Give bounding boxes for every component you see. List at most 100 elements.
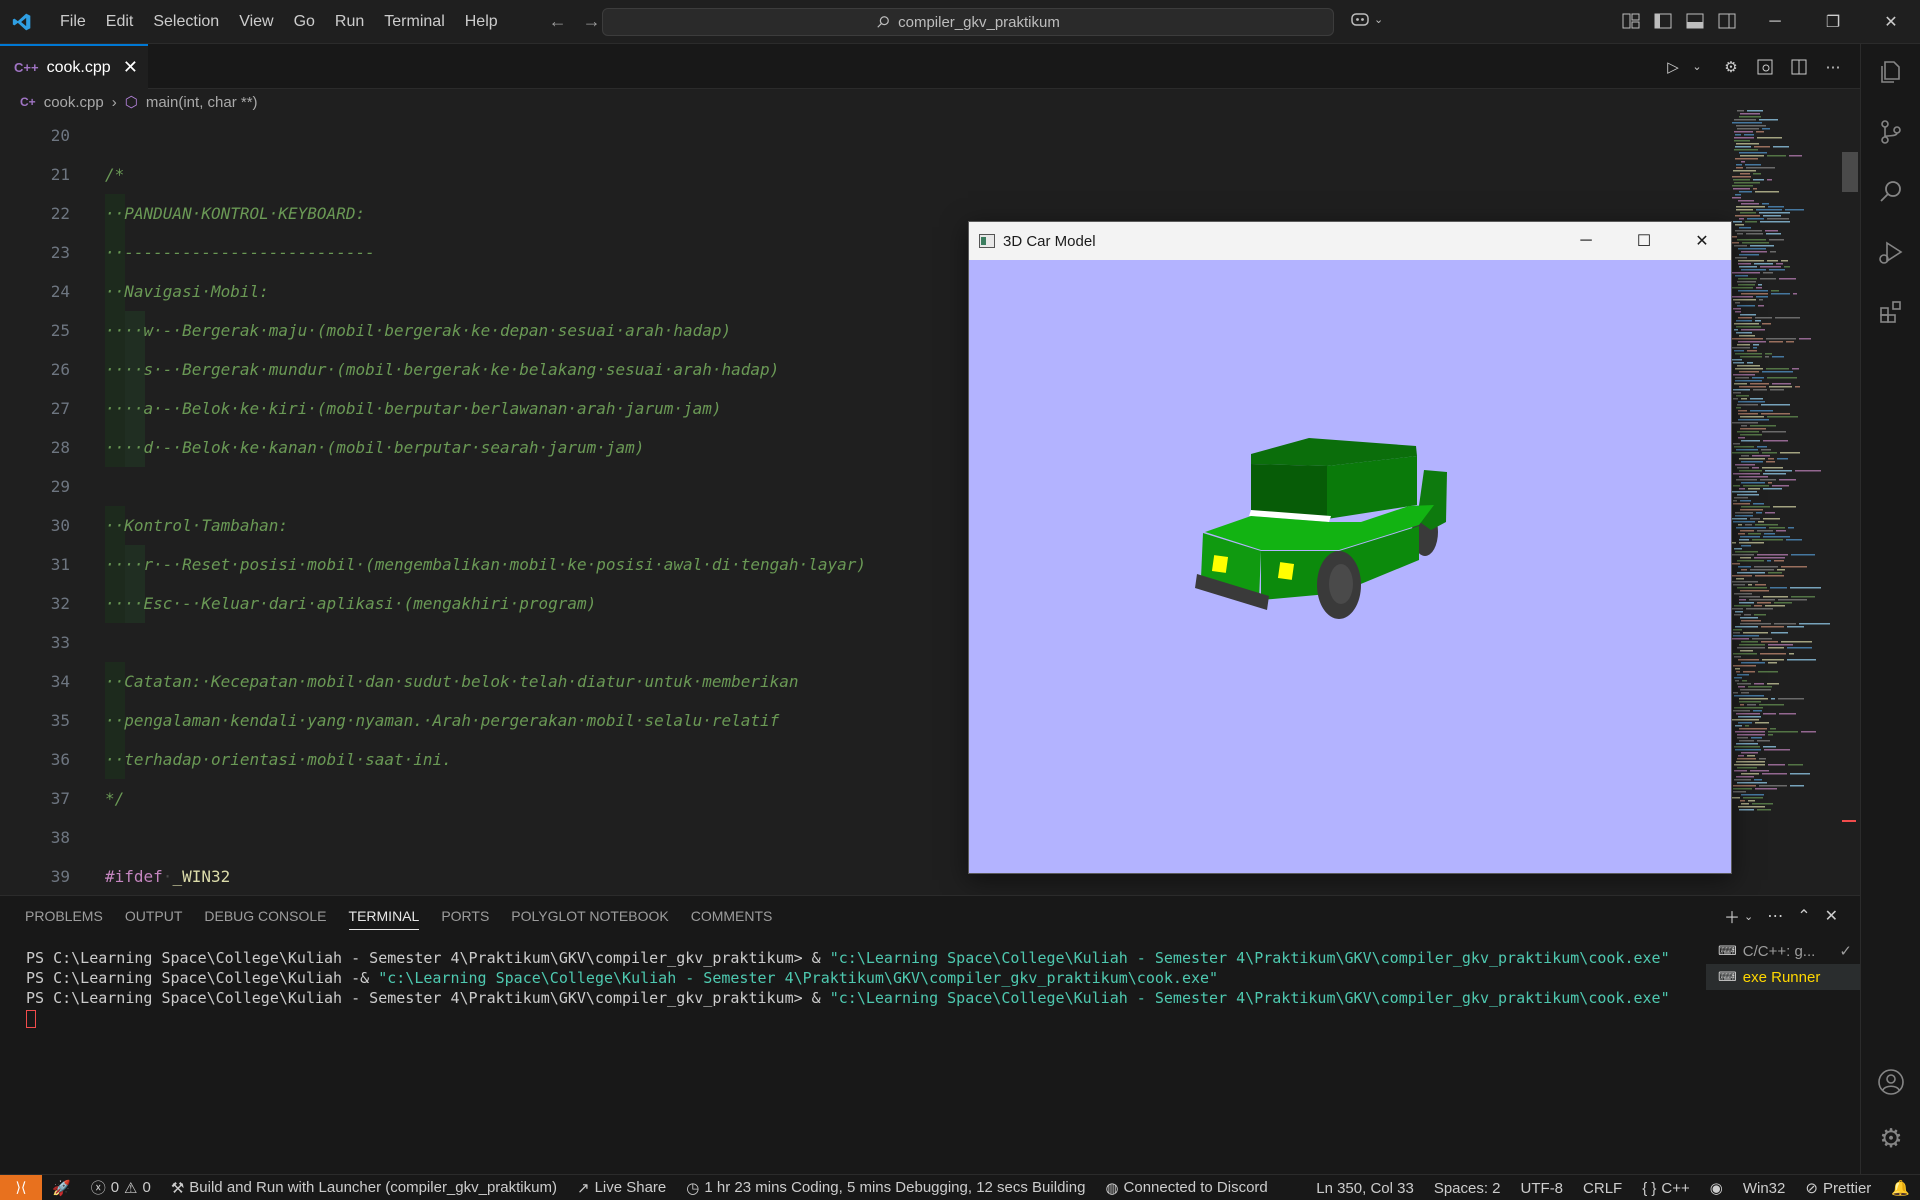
- live-share-button[interactable]: ↗ Live Share: [567, 1179, 676, 1197]
- code-line[interactable]: 37 */: [0, 779, 1000, 818]
- new-terminal-icon[interactable]: ＋: [1724, 904, 1740, 928]
- code-line[interactable]: 24 ··Navigasi·Mobil:: [0, 272, 1000, 311]
- minimap-line: [1766, 368, 1789, 370]
- toggle-secondary-sidebar-icon[interactable]: [1716, 10, 1738, 32]
- tab-polyglot-notebook[interactable]: POLYGLOT NOTEBOOK: [500, 896, 679, 936]
- prettier-status[interactable]: ⊘ Prettier: [1795, 1179, 1881, 1198]
- toggle-panel-icon[interactable]: [1684, 10, 1706, 32]
- close-icon[interactable]: ✕: [1862, 0, 1920, 44]
- discord-label: Connected to Discord: [1123, 1179, 1268, 1196]
- code-line[interactable]: 22 ··PANDUAN·KONTROL·KEYBOARD:: [0, 194, 1000, 233]
- encoding[interactable]: UTF-8: [1511, 1180, 1574, 1197]
- code-line[interactable]: 20: [0, 120, 1000, 155]
- build-run-button[interactable]: ⚒ Build and Run with Launcher (compiler_g…: [161, 1179, 567, 1197]
- menu-file[interactable]: File: [50, 0, 96, 44]
- platform[interactable]: Win32: [1733, 1180, 1796, 1197]
- tab-ports[interactable]: PORTS: [430, 896, 500, 936]
- tab-comments[interactable]: COMMENTS: [680, 896, 784, 936]
- minimap-line: [1753, 503, 1764, 505]
- customize-layout-icon[interactable]: [1620, 10, 1642, 32]
- close-icon[interactable]: ✕: [123, 57, 138, 78]
- car-model-window-titlebar[interactable]: 3D Car Model ─ ☐ ✕: [969, 222, 1731, 260]
- close-icon[interactable]: ✕: [1673, 222, 1731, 260]
- gear-icon[interactable]: ⚙: [1875, 1122, 1907, 1154]
- command-center-search[interactable]: compiler_gkv_praktikum: [602, 8, 1334, 36]
- tab-terminal[interactable]: TERMINAL: [338, 896, 431, 936]
- tab-debug-console[interactable]: DEBUG CONSOLE: [193, 896, 337, 936]
- toggle-primary-sidebar-icon[interactable]: [1652, 10, 1674, 32]
- more-actions-icon[interactable]: ⋯: [1767, 906, 1783, 926]
- minimap-line: [1735, 380, 1762, 382]
- editor-scrollbar-thumb[interactable]: [1842, 152, 1858, 192]
- menu-help[interactable]: Help: [455, 0, 508, 44]
- code-line[interactable]: 33: [0, 623, 1000, 662]
- gear-icon[interactable]: ⚙: [1720, 56, 1742, 78]
- language-mode[interactable]: { } C++: [1632, 1180, 1700, 1197]
- minimap-line: [1739, 458, 1765, 460]
- maximize-icon[interactable]: ☐: [1615, 222, 1673, 260]
- code-line[interactable]: 36 ··terhadap·orientasi·mobil·saat·ini.: [0, 740, 1000, 779]
- menu-run[interactable]: Run: [325, 0, 374, 44]
- code-line[interactable]: 26 ····s·-·Bergerak·mundur·(mobil·bergera…: [0, 350, 1000, 389]
- rocket-icon[interactable]: 🚀: [42, 1179, 81, 1197]
- code-line[interactable]: 28 ····d·-·Belok·ke·kanan·(mobil·berputar…: [0, 428, 1000, 467]
- problems-indicator[interactable]: ⓧ 0 ⚠ 0: [81, 1177, 161, 1198]
- opengl-canvas[interactable]: [969, 260, 1731, 873]
- cursor-position[interactable]: Ln 350, Col 33: [1306, 1180, 1424, 1197]
- breadcrumb-symbol[interactable]: main(int, char **): [146, 94, 258, 111]
- menu-terminal[interactable]: Terminal: [374, 0, 454, 44]
- code-line[interactable]: 31 ····r·-·Reset·posisi·mobil·(mengembali…: [0, 545, 1000, 584]
- chevron-down-icon[interactable]: ⌄: [1686, 56, 1708, 78]
- wakatime-status[interactable]: ◷ 1 hr 23 mins Coding, 5 mins Debugging, …: [676, 1179, 1095, 1197]
- car-model-window[interactable]: 3D Car Model ─ ☐ ✕: [968, 221, 1732, 874]
- restore-icon[interactable]: ❐: [1804, 0, 1862, 44]
- breadcrumb-file[interactable]: cook.cpp: [44, 94, 104, 111]
- terminal-list-item[interactable]: ⌨ exe Runner: [1706, 964, 1860, 990]
- back-arrow-icon[interactable]: ←: [546, 10, 570, 34]
- explorer-icon[interactable]: [1875, 56, 1907, 88]
- chevron-down-icon[interactable]: ⌄: [1744, 910, 1753, 923]
- more-actions-icon[interactable]: ⋯: [1822, 56, 1844, 78]
- copilot-button[interactable]: ⌄: [1350, 10, 1383, 28]
- remote-indicator-icon[interactable]: ⟩⟨: [0, 1174, 42, 1200]
- code-line[interactable]: 25 ····w·-·Bergerak·maju·(mobil·bergerak·…: [0, 311, 1000, 350]
- extensions-icon[interactable]: [1875, 296, 1907, 328]
- discord-status[interactable]: ◍ Connected to Discord: [1095, 1179, 1277, 1197]
- forward-arrow-icon[interactable]: →: [580, 10, 604, 34]
- code-line[interactable]: 27 ····a·-·Belok·ke·kiri·(mobil·berputar·…: [0, 389, 1000, 428]
- code-line[interactable]: 38: [0, 818, 1000, 857]
- code-line[interactable]: 32 ····Esc·-·Keluar·dari·aplikasi·(mengak…: [0, 584, 1000, 623]
- open-preview-icon[interactable]: [1754, 56, 1776, 78]
- terminal-output[interactable]: PS C:\Learning Space\College\Kuliah - Se…: [26, 948, 1686, 1028]
- menu-view[interactable]: View: [229, 0, 283, 44]
- terminal-list-item[interactable]: ⌨ C/C++: g... ✓: [1706, 938, 1860, 964]
- code-line[interactable]: 35 ··pengalaman·kendali·yang·nyaman.·Arah…: [0, 701, 1000, 740]
- minimize-icon[interactable]: ─: [1746, 0, 1804, 44]
- source-control-icon[interactable]: [1875, 116, 1907, 148]
- run-icon[interactable]: ▷: [1662, 56, 1684, 78]
- code-line[interactable]: 39 #ifdef·_WIN32: [0, 857, 1000, 895]
- code-line[interactable]: 34 ··Catatan:·Kecepatan·mobil·dan·sudut·b…: [0, 662, 1000, 701]
- run-debug-icon[interactable]: [1875, 236, 1907, 268]
- menu-edit[interactable]: Edit: [96, 0, 144, 44]
- menu-go[interactable]: Go: [284, 0, 325, 44]
- code-line[interactable]: 23 ··--------------------------: [0, 233, 1000, 272]
- split-editor-icon[interactable]: [1788, 56, 1810, 78]
- menu-selection[interactable]: Selection: [143, 0, 229, 44]
- account-icon[interactable]: [1875, 1066, 1907, 1098]
- indentation[interactable]: Spaces: 2: [1424, 1180, 1511, 1197]
- copilot-status-icon[interactable]: ◉: [1700, 1179, 1733, 1197]
- search-icon[interactable]: [1875, 176, 1907, 208]
- minimap[interactable]: [1728, 110, 1858, 895]
- minimize-icon[interactable]: ─: [1557, 222, 1615, 260]
- close-panel-icon[interactable]: ✕: [1825, 906, 1838, 926]
- tab-problems[interactable]: PROBLEMS: [14, 896, 114, 936]
- code-line[interactable]: 30 ··Kontrol·Tambahan:: [0, 506, 1000, 545]
- code-line[interactable]: 29: [0, 467, 1000, 506]
- maximize-panel-icon[interactable]: ⌃: [1797, 906, 1810, 926]
- tab-output[interactable]: OUTPUT: [114, 896, 194, 936]
- notifications-icon[interactable]: 🔔: [1881, 1179, 1920, 1197]
- end-of-line[interactable]: CRLF: [1573, 1180, 1632, 1197]
- code-line[interactable]: 21 /*: [0, 155, 1000, 194]
- tab-cook-cpp[interactable]: C++ cook.cpp ✕: [0, 44, 148, 89]
